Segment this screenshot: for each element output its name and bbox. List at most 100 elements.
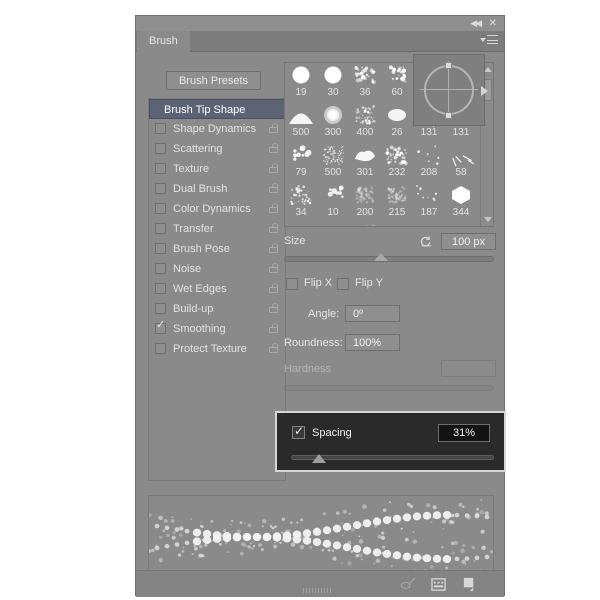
lock-icon[interactable] <box>268 343 279 354</box>
option-row-color-dynamics[interactable]: Color Dynamics <box>149 199 285 219</box>
lock-icon[interactable] <box>268 203 279 214</box>
option-row-shape-dynamics[interactable]: Shape Dynamics <box>149 119 285 139</box>
brush-preset-cell[interactable] <box>349 223 381 227</box>
lock-icon[interactable] <box>268 143 279 154</box>
lock-icon[interactable] <box>268 123 279 134</box>
spacing-slider-thumb[interactable] <box>312 454 326 463</box>
brush-preset-cell[interactable]: 215 <box>381 183 413 223</box>
panel-footer <box>136 570 504 597</box>
brush-preset-cell[interactable]: 344 <box>445 183 477 223</box>
brush-preset-cell[interactable]: 10 <box>317 183 349 223</box>
brush-preset-cell[interactable]: 34 <box>285 183 317 223</box>
brush-preset-cell[interactable]: 30 <box>317 63 349 103</box>
brush-preset-cell[interactable] <box>317 223 349 227</box>
scroll-down-icon[interactable] <box>484 217 492 222</box>
brush-preset-cell[interactable]: 500 <box>317 143 349 183</box>
lock-icon[interactable] <box>268 223 279 234</box>
roundness-input[interactable]: 100% <box>345 334 400 351</box>
spacing-input[interactable]: 31% <box>438 424 490 442</box>
option-row-texture[interactable]: Texture <box>149 159 285 179</box>
scroll-up-icon[interactable] <box>484 67 492 72</box>
check-icon: ✓ <box>294 424 304 438</box>
brush-thumbnail <box>413 183 445 207</box>
collapse-icon[interactable]: ◀◀ <box>470 17 480 30</box>
brush-preset-cell[interactable]: 300 <box>317 103 349 143</box>
option-checkbox[interactable] <box>155 223 166 234</box>
spacing-section: ✓ Spacing 31% <box>275 411 506 472</box>
brush-size-label: 400 <box>349 127 381 139</box>
dial-handle-top[interactable] <box>445 62 452 69</box>
option-row-brush-pose[interactable]: Brush Pose <box>149 239 285 259</box>
option-checkbox[interactable] <box>155 303 166 314</box>
option-row-dual-brush[interactable]: Dual Brush <box>149 179 285 199</box>
brush-preset-cell[interactable]: 301 <box>349 143 381 183</box>
lock-icon[interactable] <box>268 163 279 174</box>
brush-preset-cell[interactable]: 187 <box>413 183 445 223</box>
brush-preset-cell[interactable] <box>413 223 445 227</box>
brush-size-label: 232 <box>381 167 413 179</box>
lock-icon[interactable] <box>268 303 279 314</box>
brush-preset-cell[interactable]: 36 <box>349 63 381 103</box>
brush-preset-cell[interactable]: 232 <box>381 143 413 183</box>
brush-preset-cell[interactable] <box>445 223 477 227</box>
brush-preset-cell[interactable]: 19 <box>285 63 317 103</box>
option-label: Transfer <box>173 219 214 239</box>
option-row-transfer[interactable]: Transfer <box>149 219 285 239</box>
option-row-build-up[interactable]: Build-up <box>149 299 285 319</box>
flip-y-label: Flip Y <box>355 277 383 289</box>
brush-preset-cell[interactable]: 500 <box>285 103 317 143</box>
option-row-wet-edges[interactable]: Wet Edges <box>149 279 285 299</box>
option-row-noise[interactable]: Noise <box>149 259 285 279</box>
brush-preset-cell[interactable]: 60 <box>381 63 413 103</box>
brush-preset-cell[interactable]: 58 <box>445 143 477 183</box>
close-icon[interactable]: ✕ <box>489 17 497 30</box>
option-checkbox[interactable] <box>155 203 166 214</box>
option-checkbox[interactable] <box>155 243 166 254</box>
brush-preset-cell[interactable]: 400 <box>349 103 381 143</box>
panel-menu-icon[interactable] <box>480 35 498 48</box>
size-slider-thumb[interactable] <box>374 253 388 261</box>
option-checkbox[interactable] <box>155 343 166 354</box>
lock-icon[interactable] <box>268 183 279 194</box>
option-label: Protect Texture <box>173 339 247 359</box>
tab-brush[interactable]: Brush <box>137 31 190 52</box>
new-brush-icon[interactable] <box>461 577 478 592</box>
option-checkbox[interactable] <box>155 263 166 274</box>
option-checkbox[interactable] <box>155 183 166 194</box>
brush-presets-button[interactable]: Brush Presets <box>166 71 261 90</box>
check-icon: ✓ <box>156 320 165 331</box>
lock-icon[interactable] <box>268 323 279 334</box>
preset-manager-icon[interactable] <box>430 577 447 592</box>
reset-size-icon[interactable] <box>419 234 434 248</box>
option-row-smoothing[interactable]: ✓ Smoothing <box>149 319 285 339</box>
spacing-checkbox[interactable]: ✓ <box>292 426 305 439</box>
flip-y-checkbox[interactable] <box>337 278 349 290</box>
option-checkbox[interactable] <box>155 283 166 294</box>
panel-body: Brush Presets Brush Tip Shape Shape Dynam… <box>136 52 504 597</box>
option-row-protect-texture[interactable]: Protect Texture <box>149 339 285 359</box>
lock-icon[interactable] <box>268 263 279 274</box>
angle-input[interactable]: 0º <box>345 305 400 322</box>
toggle-brush-settings-icon[interactable] <box>400 577 417 592</box>
brush-preset-cell[interactable]: 79 <box>285 143 317 183</box>
brush-thumbnail <box>285 143 317 167</box>
option-checkbox[interactable] <box>155 123 166 134</box>
roundness-label: Roundness: <box>284 337 343 349</box>
flip-x-checkbox[interactable] <box>286 278 298 290</box>
lock-icon[interactable] <box>268 243 279 254</box>
size-slider-track[interactable] <box>284 256 494 262</box>
brush-preset-cell[interactable]: 200 <box>349 183 381 223</box>
brush-preset-cell[interactable] <box>381 223 413 227</box>
lock-icon[interactable] <box>268 283 279 294</box>
resize-grip[interactable] <box>303 588 337 593</box>
dial-handle-bottom[interactable] <box>445 112 452 119</box>
size-input[interactable]: 100 px <box>441 233 496 250</box>
angle-dial-control[interactable] <box>413 54 485 126</box>
option-checkbox[interactable] <box>155 143 166 154</box>
brush-preset-cell[interactable]: 26 <box>381 103 413 143</box>
brush-preset-cell[interactable] <box>285 223 317 227</box>
brush-preset-cell[interactable]: 208 <box>413 143 445 183</box>
option-checkbox[interactable] <box>155 163 166 174</box>
option-row-brush-tip-shape[interactable]: Brush Tip Shape <box>149 99 285 119</box>
option-row-scattering[interactable]: Scattering <box>149 139 285 159</box>
